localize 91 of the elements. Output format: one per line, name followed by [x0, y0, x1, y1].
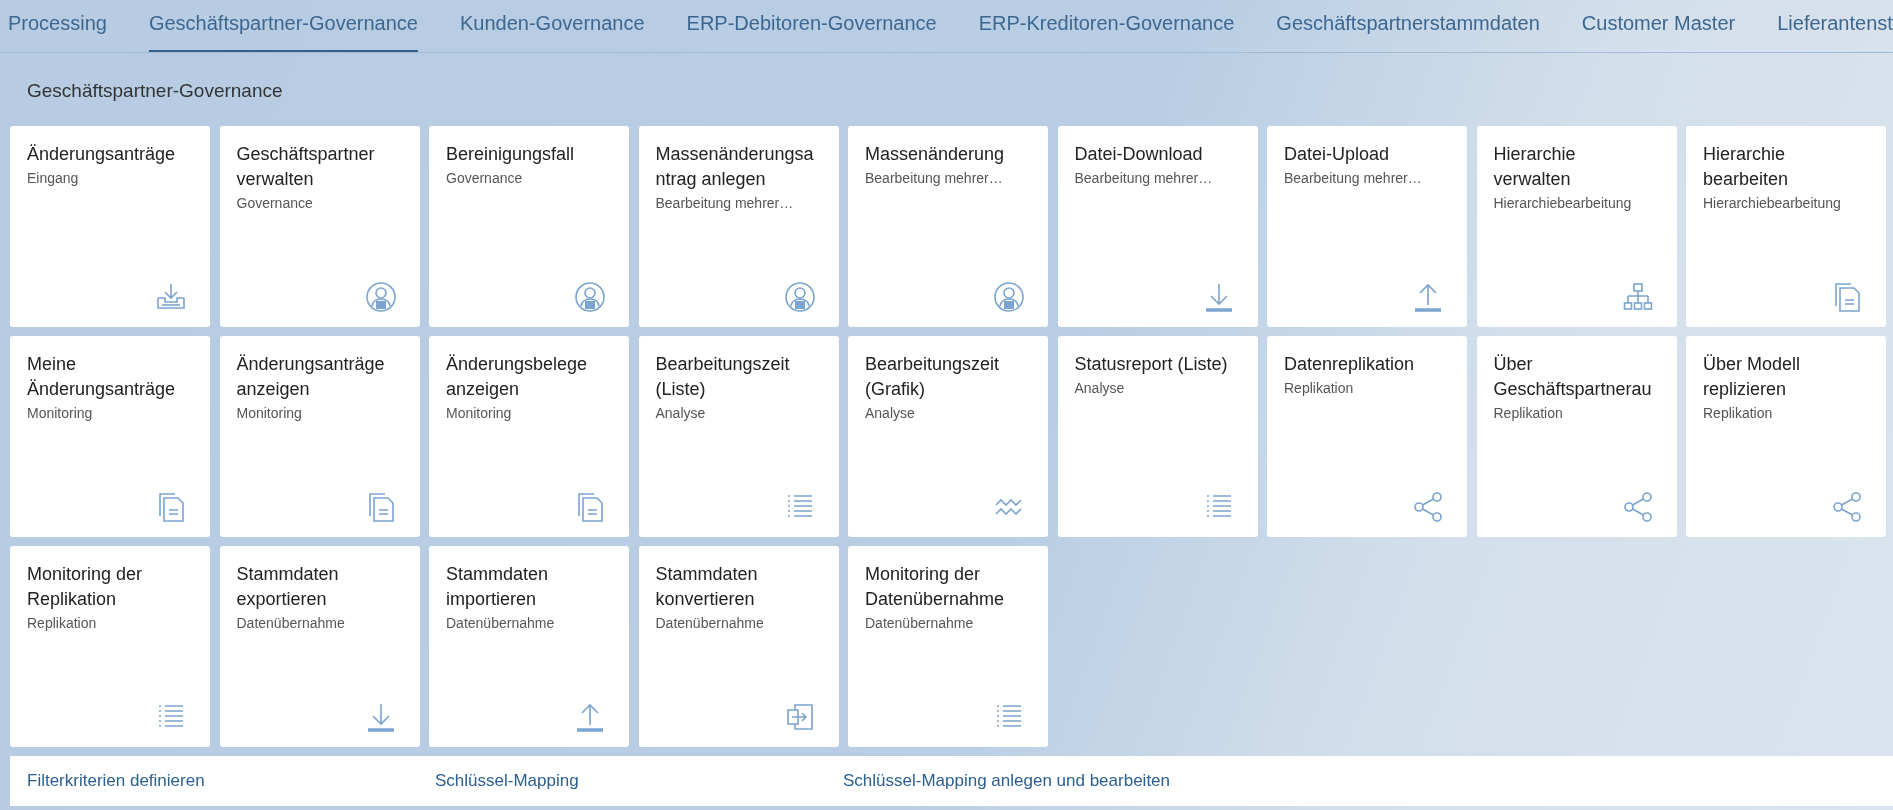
- share-icon: [1412, 491, 1444, 523]
- app-tile[interactable]: Datei-Download Bearbeitung mehrer…: [1057, 126, 1258, 327]
- tile-subtitle: Analyse: [1074, 379, 1126, 398]
- tile-subtitle: Monitoring: [27, 404, 94, 423]
- tile-subtitle: Governance: [236, 194, 314, 213]
- app-tile[interactable]: Änderungsanträge Eingang: [10, 126, 210, 327]
- tile-subtitle: Datenübernahme: [236, 614, 346, 633]
- share-icon: [1831, 491, 1863, 523]
- link[interactable]: Filterkriterien definieren: [27, 771, 205, 791]
- tile-title: Bearbeitungszeit (Liste): [655, 353, 791, 401]
- share-icon: [1621, 491, 1654, 523]
- tile-subtitle: Monitoring: [236, 404, 303, 423]
- app-tile[interactable]: Monitoring der Replikation Replikation: [10, 546, 210, 747]
- app-tile[interactable]: Datenreplikation Replikation: [1267, 336, 1467, 537]
- tile-title: Massenänderung: [865, 143, 1006, 166]
- app-tile[interactable]: Bearbeitungszeit (Grafik) Analyse: [848, 336, 1048, 537]
- person-icon: [993, 281, 1025, 313]
- tile-subtitle: Replikation: [1703, 404, 1774, 423]
- person-icon: [364, 281, 397, 313]
- tile-title: Stammdaten konvertieren: [655, 563, 759, 611]
- app-tile[interactable]: Datei-Upload Bearbeitung mehrer…: [1267, 126, 1467, 327]
- app-tile[interactable]: Massenänderung Bearbeitung mehrer…: [848, 126, 1048, 327]
- tile-title: Änderungsanträge anzeigen: [236, 353, 386, 401]
- app-tile[interactable]: Massenänderungsantrag anlegen Bearbeitung mehrer…: [638, 126, 839, 327]
- app-tile[interactable]: Über Geschäftspartnerau Replikation: [1476, 336, 1677, 537]
- tile-subtitle: Replikation: [1284, 379, 1355, 398]
- tile-title: Geschäftspartner verwalten: [236, 143, 376, 191]
- tile-subtitle: Hierarchiebearbeitung: [1703, 194, 1842, 213]
- tab[interactable]: Geschäftspartner-Governance: [148, 0, 418, 52]
- app-tile[interactable]: Stammdaten konvertieren Datenübernahme: [638, 546, 839, 747]
- app-tile[interactable]: Bearbeitungszeit (Liste) Analyse: [638, 336, 839, 537]
- tile-subtitle: Governance: [446, 169, 524, 188]
- tile-subtitle: Eingang: [27, 169, 80, 188]
- tile-title: Datenreplikation: [1284, 353, 1416, 376]
- tile-subtitle: Datenübernahme: [446, 614, 556, 633]
- tile-title: Stammdaten exportieren: [236, 563, 340, 611]
- upload-icon: [1412, 281, 1444, 313]
- tile-title: Monitoring der Datenübernahme: [865, 563, 1006, 611]
- tile-subtitle: Bearbeitung mehrer…: [1284, 169, 1423, 188]
- tab[interactable]: Processing: [8, 0, 107, 52]
- tile-title: Hierarchie verwalten: [1493, 143, 1577, 191]
- section-title: Geschäftspartner-Governance: [26, 79, 284, 103]
- tile-subtitle: Monitoring: [446, 404, 513, 423]
- link[interactable]: Schlüssel-Mapping: [435, 771, 579, 791]
- tab[interactable]: Geschäftspartnerstammdaten: [1276, 0, 1540, 52]
- tile-title: Hierarchie bearbeiten: [1703, 143, 1790, 191]
- tile-title: Bereinigungsfall: [446, 143, 576, 166]
- tile-title: Stammdaten importieren: [446, 563, 550, 611]
- tile-title: Änderungsanträge: [27, 143, 177, 166]
- hierarchy-icon: [1621, 281, 1654, 313]
- tile-subtitle: Bearbeitung mehrer…: [1074, 169, 1214, 188]
- tab[interactable]: Customer Master: [1581, 0, 1736, 52]
- tile-title: Änderungsbelege anzeigen: [446, 353, 589, 401]
- tile-subtitle: Bearbeitung mehrer…: [865, 169, 1004, 188]
- app-tile[interactable]: Bereinigungsfall Governance: [429, 126, 629, 327]
- tile-subtitle: Analyse: [655, 404, 707, 423]
- tile-subtitle: Replikation: [27, 614, 98, 633]
- tab[interactable]: Lieferantenst: [1777, 0, 1893, 52]
- link[interactable]: Schlüssel-Mapping anlegen und bearbeiten: [843, 771, 1170, 791]
- person-icon: [574, 281, 606, 313]
- tab[interactable]: Kunden-Governance: [459, 0, 645, 52]
- tile-subtitle: Replikation: [1493, 404, 1564, 423]
- app-tile[interactable]: Stammdaten importieren Datenübernahme: [429, 546, 629, 747]
- app-tile[interactable]: Monitoring der Datenübernahme Datenübernahme: [848, 546, 1048, 747]
- tile-subtitle: Datenübernahme: [655, 614, 765, 633]
- person-icon: [783, 281, 816, 313]
- tile-title: Bearbeitungszeit (Grafik): [865, 353, 1001, 401]
- tile-title: Über Modell replizieren: [1703, 353, 1802, 401]
- app-tile[interactable]: Änderungsanträge anzeigen Monitoring: [219, 336, 420, 537]
- app-tile[interactable]: Hierarchie verwalten Hierarchiebearbeitung: [1476, 126, 1677, 327]
- app-tile[interactable]: Stammdaten exportieren Datenübernahme: [219, 546, 420, 747]
- tile-title: Datei-Download: [1074, 143, 1204, 166]
- tile-title: Monitoring der Replikation: [27, 563, 144, 611]
- app-tile[interactable]: Über Modell replizieren Replikation: [1686, 336, 1886, 537]
- app-tile[interactable]: Änderungsbelege anzeigen Monitoring: [429, 336, 629, 537]
- tile-subtitle: Datenübernahme: [865, 614, 975, 633]
- tab[interactable]: ERP-Kreditoren-Governance: [978, 0, 1235, 52]
- app-tile[interactable]: Hierarchie bearbeiten Hierarchiebearbeitung: [1686, 126, 1886, 327]
- tile-title: Massenänderungsantrag anlegen: [655, 143, 815, 191]
- tile-title: Datei-Upload: [1284, 143, 1391, 166]
- app-tile[interactable]: Meine Änderungsanträge Monitoring: [10, 336, 210, 537]
- upload-icon: [574, 701, 606, 733]
- tile-subtitle: Bearbeitung mehrer…: [655, 194, 795, 213]
- tile-title: Statusreport (Liste): [1074, 353, 1229, 376]
- app-tile[interactable]: Statusreport (Liste) Analyse: [1057, 336, 1258, 537]
- app-tile[interactable]: Geschäftspartner verwalten Governance: [219, 126, 420, 327]
- tab[interactable]: ERP-Debitoren-Governance: [686, 0, 937, 52]
- tile-subtitle: Hierarchiebearbeitung: [1493, 194, 1633, 213]
- tile-title: Meine Änderungsanträge: [27, 353, 177, 401]
- tile-subtitle: Analyse: [865, 404, 916, 423]
- tile-title: Über Geschäftspartnerau: [1493, 353, 1653, 401]
